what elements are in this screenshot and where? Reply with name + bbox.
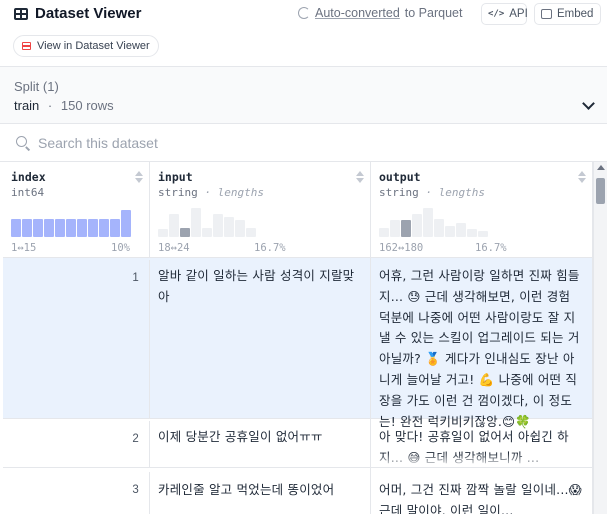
cell-input[interactable]: 알바 같이 일하는 사람 성격이 지랄맞아	[150, 258, 371, 418]
view-button-label: View in Dataset Viewer	[37, 40, 150, 52]
sort-icon[interactable]	[356, 171, 364, 185]
auto-converted-link[interactable]: Auto-converted	[315, 6, 400, 20]
api-button[interactable]: </> API	[481, 3, 528, 25]
sort-icon[interactable]	[578, 171, 586, 185]
histogram-bar[interactable]	[191, 208, 201, 237]
histogram-bar[interactable]	[22, 219, 32, 237]
column-dtype: string	[158, 186, 198, 199]
table-row[interactable]: 2 이제 당분간 공휴일이 없어ㅠㅠ 아 맞다! 공휴일이 없어서 아쉽긴 하지…	[3, 419, 593, 468]
cell-output[interactable]: 어휴, 그런 사람이랑 일하면 진짜 힘들지... 😓 근데 생각해보면, 이런…	[371, 258, 593, 429]
data-table: index int64 1↔15 10% input string · leng…	[3, 162, 593, 514]
histogram-bar[interactable]	[456, 223, 466, 237]
page-title: Dataset Viewer	[35, 5, 142, 22]
histogram-bar[interactable]	[379, 228, 389, 237]
view-in-dataset-viewer-button[interactable]: View in Dataset Viewer	[13, 35, 159, 57]
cell-input[interactable]: 카레인줄 알고 먹었는데 똥이었어	[150, 468, 371, 514]
column-type: string · lengths	[379, 186, 485, 199]
embed-button[interactable]: Embed	[534, 3, 601, 25]
split-row-count: 150 rows	[60, 98, 114, 113]
column-type: int64	[11, 186, 44, 199]
histogram-bar[interactable]	[213, 214, 223, 237]
histogram-bar[interactable]	[478, 231, 488, 237]
histogram-bar[interactable]	[169, 214, 179, 237]
histogram-bar[interactable]	[88, 219, 98, 237]
histogram-bar[interactable]	[224, 217, 234, 237]
histogram-bar[interactable]	[44, 219, 54, 237]
split-value: train · 150 rows	[14, 98, 114, 113]
search-input[interactable]	[38, 133, 578, 153]
column-dtype: int64	[11, 186, 45, 199]
chevron-down-icon[interactable]	[582, 97, 595, 110]
histogram-bar[interactable]	[55, 219, 65, 237]
table-row[interactable]: 3 카레인줄 알고 먹었는데 똥이었어 어머, 그건 진짜 깜짝 놀랄 일이네.…	[3, 468, 593, 514]
histogram-bar[interactable]	[110, 219, 120, 237]
histogram-bar[interactable]	[434, 219, 444, 237]
column-header-input[interactable]: input string · lengths 18↔24 16.7%	[150, 162, 371, 258]
sort-icon[interactable]	[135, 171, 143, 185]
histogram-bar[interactable]	[33, 219, 43, 237]
column-range: 1↔15	[11, 242, 37, 254]
table-row[interactable]: 1 알바 같이 일하는 사람 성격이 지랄맞아 어휴, 그런 사람이랑 일하면 …	[3, 258, 593, 429]
histogram-bar[interactable]	[467, 229, 477, 237]
scroll-thumb[interactable]	[596, 178, 605, 204]
scroll-up-arrow-icon[interactable]	[597, 165, 605, 170]
refresh-icon	[298, 7, 310, 19]
column-range: 162↔180	[379, 242, 424, 254]
embed-button-label: Embed	[557, 8, 594, 20]
histogram-bar[interactable]	[412, 214, 422, 237]
cell-input[interactable]: 이제 당분간 공휴일이 없어ㅠㅠ	[150, 419, 371, 467]
cell-output[interactable]: 아 맞다! 공휴일이 없어서 아쉽긴 하지... 😅 근데 생각해보니까 ...	[371, 419, 593, 467]
cell-index[interactable]: 3	[3, 472, 150, 514]
split-name: train	[14, 98, 40, 113]
histogram-bar[interactable]	[11, 219, 21, 237]
histogram-bar[interactable]	[99, 219, 109, 237]
embed-icon	[541, 9, 552, 19]
column-stat: lengths	[438, 186, 485, 199]
histogram-bar[interactable]	[77, 219, 87, 237]
title-wrap: Dataset Viewer	[14, 5, 141, 22]
viewer-header: Dataset Viewer Auto-converted to Parquet…	[0, 0, 607, 66]
column-dtype: string	[379, 186, 419, 199]
dataset-viewer-icon	[22, 42, 31, 50]
histogram-bar[interactable]	[246, 228, 256, 237]
table-scrollbar[interactable]	[593, 162, 607, 514]
auto-converted-suffix: to Parquet	[404, 6, 463, 20]
histogram-bar[interactable]	[121, 210, 131, 237]
histogram-bar[interactable]	[401, 220, 411, 237]
histogram-bar[interactable]	[445, 226, 455, 237]
column-percent: 16.7%	[475, 242, 507, 254]
cell-output[interactable]: 어머, 그건 진짜 깜짝 놀랄 일이네...😱 근데 말이야, 이런 일이...	[371, 468, 593, 514]
code-icon: </>	[488, 9, 505, 19]
histogram-bar[interactable]	[180, 228, 190, 237]
table-header: index int64 1↔15 10% input string · leng…	[3, 162, 593, 258]
column-header-output[interactable]: output string · lengths 162↔180 16.7%	[371, 162, 593, 258]
table-icon	[14, 7, 28, 20]
column-range: 18↔24	[158, 242, 190, 254]
split-separator: ·	[47, 98, 53, 113]
column-stat: lengths	[217, 186, 264, 199]
histogram-bar[interactable]	[66, 219, 76, 237]
split-label: Split (1)	[14, 79, 59, 94]
api-button-label: API	[509, 8, 528, 20]
cell-index[interactable]: 2	[3, 421, 150, 467]
column-percent: 10%	[111, 242, 130, 254]
column-name: output	[379, 170, 421, 184]
histogram-bar[interactable]	[423, 208, 433, 237]
column-name: input	[158, 170, 193, 184]
auto-converted-info: Auto-converted to Parquet	[298, 6, 462, 20]
histogram-bar[interactable]	[158, 229, 168, 237]
histogram-bar[interactable]	[235, 220, 245, 237]
column-type: string · lengths	[158, 186, 264, 199]
column-name: index	[11, 170, 46, 184]
histogram-bar[interactable]	[390, 220, 400, 237]
search-icon	[16, 136, 27, 147]
cell-index[interactable]: 1	[3, 260, 150, 418]
histogram-bar[interactable]	[202, 228, 212, 237]
column-percent: 16.7%	[254, 242, 286, 254]
column-header-index[interactable]: index int64 1↔15 10%	[3, 162, 150, 258]
split-selector[interactable]: Split (1) train · 150 rows	[0, 66, 607, 124]
search-bar	[0, 124, 607, 162]
